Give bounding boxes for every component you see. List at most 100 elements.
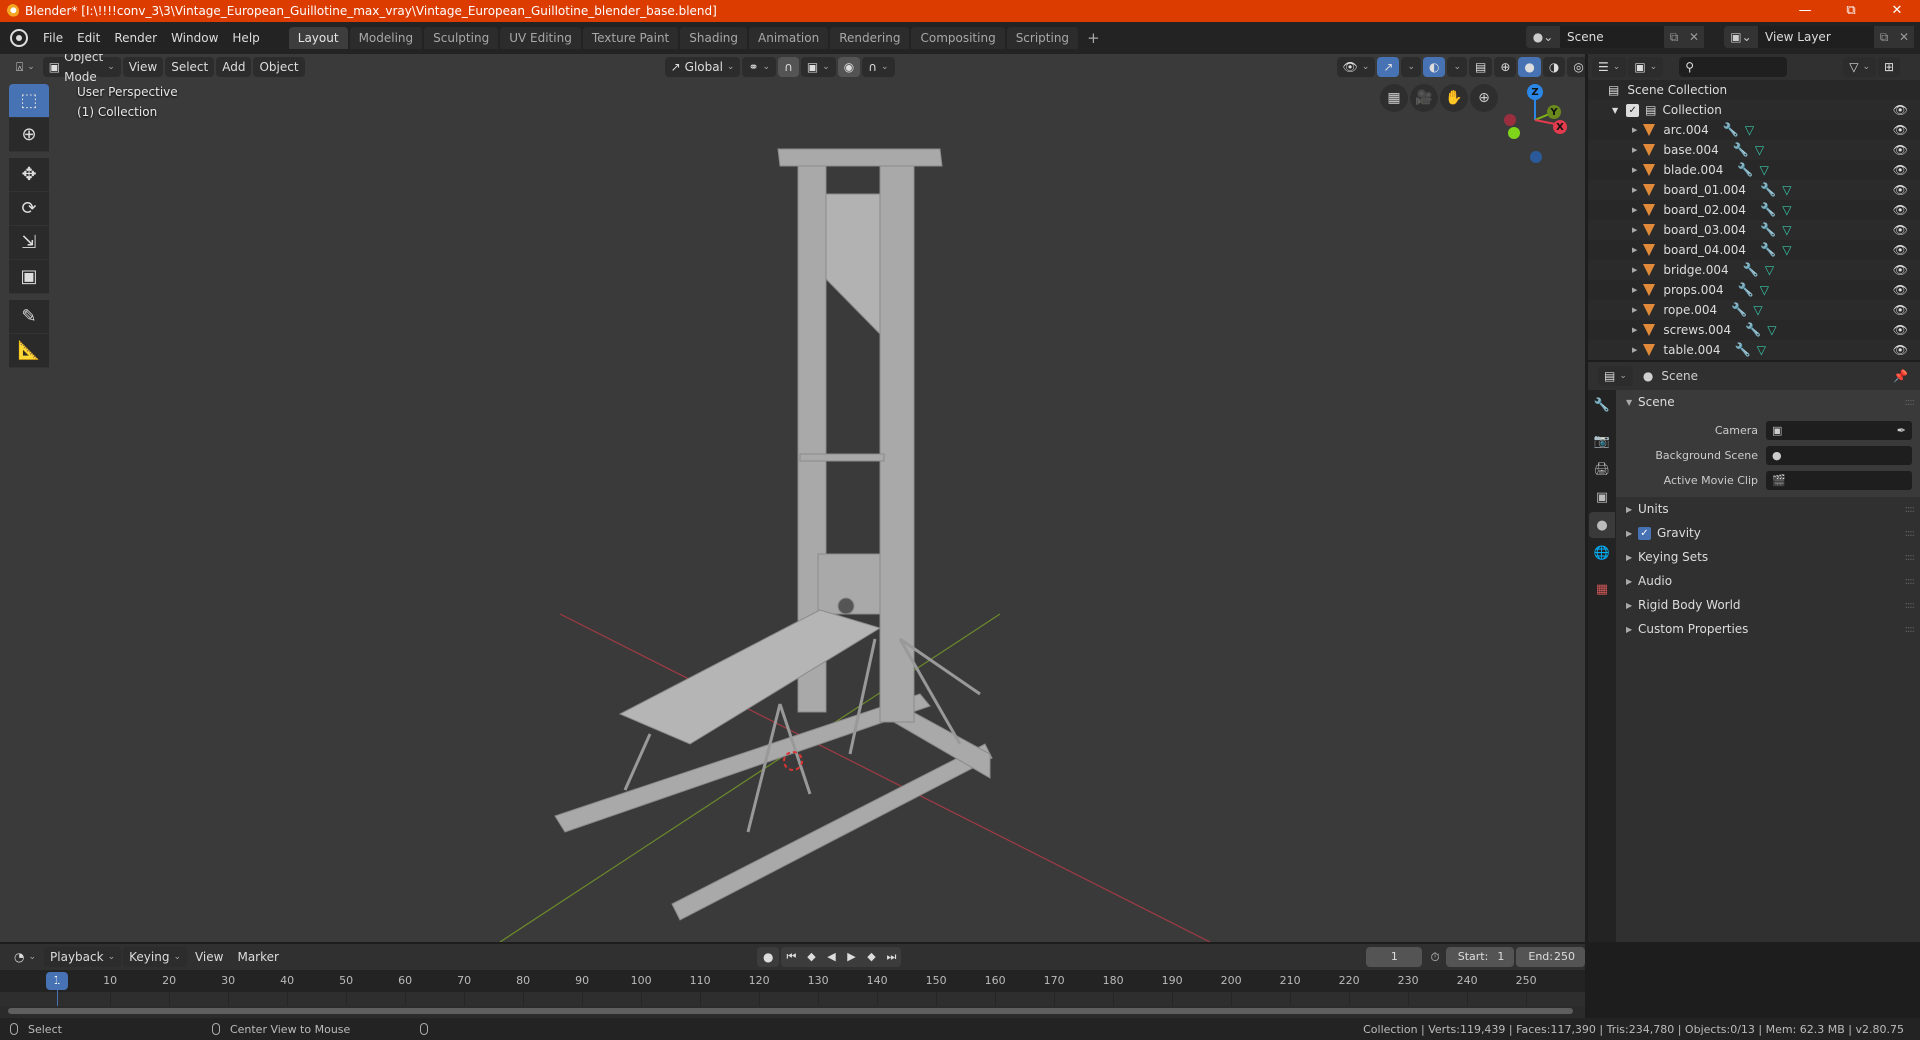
toggle-ortho-button[interactable]: ▦ (1380, 84, 1408, 112)
menu-add[interactable]: Add (216, 57, 252, 77)
measure-tool[interactable]: 📐 (9, 334, 49, 368)
scene-tab[interactable]: ● (1589, 512, 1615, 538)
mesh-data-icon[interactable]: ▽ (1765, 263, 1774, 277)
eye-icon[interactable]: 👁 (1893, 183, 1908, 197)
tab-scripting[interactable]: Scripting (1006, 27, 1079, 49)
xray-toggle[interactable]: ▤ (1469, 57, 1493, 77)
mesh-data-icon[interactable]: ▽ (1782, 223, 1791, 237)
rigid-body-world-panel-header[interactable]: ▶ Rigid Body World :::: (1616, 593, 1920, 617)
mode-selector[interactable]: ▣ Object Mode ⌄ (42, 54, 121, 84)
modifier-wrench-icon[interactable]: 🔧 (1733, 143, 1749, 158)
menu-window[interactable]: Window (164, 27, 225, 49)
mesh-data-icon[interactable]: ▽ (1753, 303, 1762, 317)
cursor-tool[interactable]: ⊕ (9, 118, 49, 152)
jump-end-button[interactable]: ⏭ (881, 947, 901, 967)
drag-grip-icon[interactable]: :::: (1905, 397, 1916, 408)
scene-selector[interactable]: ●⌄ Scene ⧉ ✕ (1526, 26, 1704, 48)
mesh-data-icon[interactable]: ▽ (1755, 143, 1764, 157)
stopwatch-icon[interactable]: ⏱ (1430, 950, 1439, 965)
modifier-wrench-icon[interactable]: 🔧 (1760, 183, 1776, 198)
eye-icon[interactable]: 👁 (1893, 143, 1908, 157)
render-tab[interactable]: 📷 (1589, 428, 1615, 454)
timeline-ruler[interactable]: 1 10203040506070809010011012013014015016… (0, 970, 1585, 992)
proportional-edit-toggle[interactable]: ◉ (837, 57, 861, 77)
menu-help[interactable]: Help (225, 27, 266, 49)
camera-field[interactable]: ▣ ✒ (1766, 421, 1912, 440)
expand-arrow-icon[interactable]: ▶ (1632, 166, 1637, 174)
tab-modeling[interactable]: Modeling (349, 27, 423, 49)
menu-marker[interactable]: Marker (231, 947, 284, 967)
prev-keyframe-button[interactable]: ◆ (801, 947, 821, 967)
outliner-object-row[interactable]: ▶ board_02.004 🔧 ▽ 👁 (1588, 200, 1920, 220)
selectability-visibility-button[interactable]: 👁 ⌄ (1336, 57, 1376, 77)
new-collection-button[interactable]: ⊞ (1877, 57, 1901, 77)
tab-rendering[interactable]: Rendering (830, 27, 910, 49)
outliner-object-row[interactable]: ▶ board_01.004 🔧 ▽ 👁 (1588, 180, 1920, 200)
mesh-data-icon[interactable]: ▽ (1760, 163, 1769, 177)
end-frame-field[interactable]: End: 250 (1516, 947, 1585, 967)
filter-button[interactable]: ▽ ⌄ (1843, 57, 1876, 77)
keying-sets-panel-header[interactable]: ▶ Keying Sets :::: (1616, 545, 1920, 569)
background-scene-field[interactable]: ● (1766, 446, 1912, 465)
timeline-track[interactable] (0, 972, 1585, 1006)
modifier-wrench-icon[interactable]: 🔧 (1760, 243, 1776, 258)
drag-grip-icon[interactable]: :::: (1905, 552, 1916, 563)
modifier-wrench-icon[interactable]: 🔧 (1738, 283, 1754, 298)
scene-name-field[interactable]: Scene (1560, 26, 1664, 48)
start-frame-field[interactable]: Start: 1 (1445, 947, 1515, 967)
expand-arrow-icon[interactable]: ▼ (1612, 106, 1618, 115)
active-movie-clip-field[interactable]: 🎬 (1766, 471, 1912, 490)
current-frame-field[interactable]: 1 (1366, 947, 1423, 967)
drag-grip-icon[interactable]: :::: (1905, 576, 1916, 587)
expand-arrow-icon[interactable]: ▶ (1632, 266, 1637, 274)
camera-view-button[interactable]: 🎥 (1410, 84, 1438, 112)
scene-collection-row[interactable]: ▤ Scene Collection (1588, 80, 1920, 100)
pivot-point-button[interactable]: ⚭ ⌄ (742, 57, 777, 77)
outliner-object-row[interactable]: ▶ table.004 🔧 ▽ 👁 (1588, 340, 1920, 360)
new-view-layer-icon[interactable]: ⧉ (1874, 26, 1894, 48)
outliner-object-row[interactable]: ▶ board_03.004 🔧 ▽ 👁 (1588, 220, 1920, 240)
properties-editor-type[interactable]: ▤ ⌄ (1598, 366, 1633, 386)
expand-arrow-icon[interactable]: ▶ (1632, 206, 1637, 214)
expand-arrow-icon[interactable]: ▶ (1632, 186, 1637, 194)
outliner-object-row[interactable]: ▶ rope.004 🔧 ▽ 👁 (1588, 300, 1920, 320)
view-layer-selector[interactable]: ▣⌄ View Layer ⧉ ✕ (1724, 26, 1914, 48)
outliner-object-row[interactable]: ▶ screws.004 🔧 ▽ 👁 (1588, 320, 1920, 340)
eye-icon[interactable]: 👁 (1893, 263, 1908, 277)
gravity-checkbox[interactable]: ✓ (1638, 526, 1651, 540)
modifier-wrench-icon[interactable]: 🔧 (1737, 163, 1753, 178)
drag-grip-icon[interactable]: :::: (1905, 624, 1916, 635)
mesh-data-icon[interactable]: ▽ (1745, 123, 1754, 137)
menu-edit[interactable]: Edit (70, 27, 107, 49)
transform-tool[interactable]: ▣ (9, 260, 49, 294)
new-scene-icon[interactable]: ⧉ (1664, 26, 1684, 48)
mesh-data-icon[interactable]: ▽ (1782, 183, 1791, 197)
gizmo-z-axis[interactable]: Z (1527, 84, 1543, 100)
pin-icon[interactable]: 📌 (1893, 369, 1908, 383)
3d-viewport[interactable]: ⍓ ⌄ ▣ Object Mode ⌄ View Select Add Object … (0, 54, 1585, 942)
expand-arrow-icon[interactable]: ▶ (1632, 226, 1637, 234)
view-layer-name-field[interactable]: View Layer (1758, 26, 1874, 48)
delete-view-layer-icon[interactable]: ✕ (1894, 26, 1914, 48)
eye-icon[interactable]: 👁 (1893, 103, 1908, 117)
eye-icon[interactable]: 👁 (1893, 223, 1908, 237)
tab-shading[interactable]: Shading (680, 27, 747, 49)
gizmo-dropdown[interactable]: ⌄ (1401, 57, 1421, 77)
outliner-object-row[interactable]: ▶ board_04.004 🔧 ▽ 👁 (1588, 240, 1920, 260)
menu-view[interactable]: View (122, 57, 164, 77)
add-workspace-button[interactable]: + (1080, 27, 1107, 49)
outliner-editor-type[interactable]: ☰ ⌄ (1592, 57, 1627, 77)
restore-button[interactable]: ⧉ (1828, 0, 1874, 22)
collection-exclude-checkbox[interactable]: ✓ (1626, 103, 1640, 117)
drag-grip-icon[interactable]: :::: (1905, 528, 1916, 539)
play-reverse-button[interactable]: ◀ (821, 947, 841, 967)
gizmo-x-axis[interactable]: X (1553, 120, 1567, 134)
tab-texture-paint[interactable]: Texture Paint (582, 27, 679, 49)
tab-layout[interactable]: Layout (288, 27, 348, 49)
delete-scene-icon[interactable]: ✕ (1684, 26, 1704, 48)
pan-view-button[interactable]: ✋ (1440, 84, 1468, 112)
gizmo-neg-x[interactable] (1504, 114, 1516, 126)
view-layer-tab[interactable]: ▣ (1589, 484, 1615, 510)
proportional-falloff-button[interactable]: ∩ ⌄ (862, 57, 895, 77)
eye-icon[interactable]: 👁 (1893, 343, 1908, 357)
